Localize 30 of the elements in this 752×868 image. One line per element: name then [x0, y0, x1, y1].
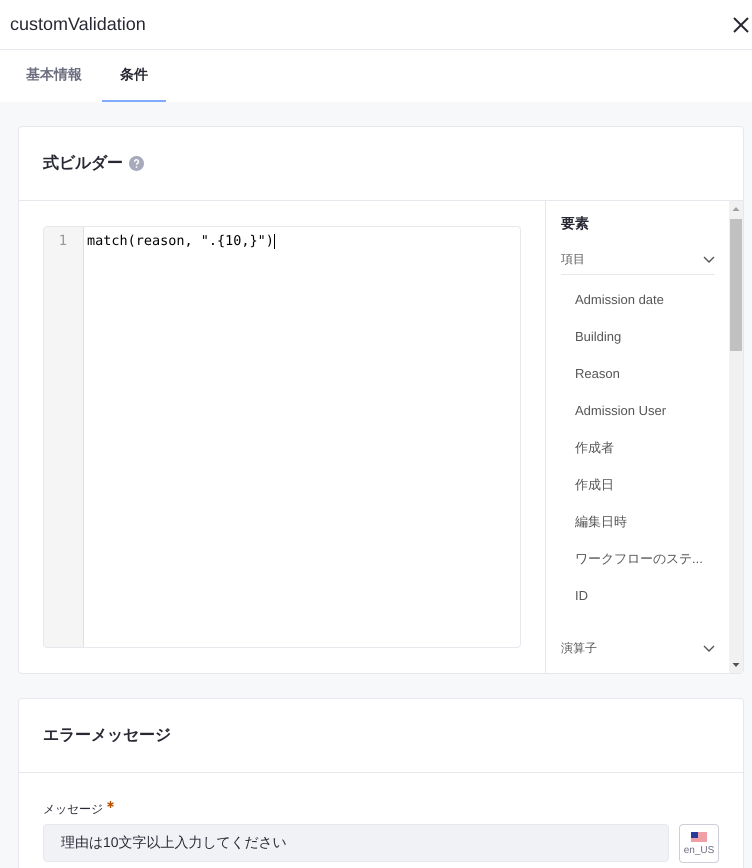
card-title: エラーメッセージ: [43, 726, 171, 746]
element-item[interactable]: Building: [575, 328, 715, 346]
element-item[interactable]: Admission date: [575, 291, 715, 309]
section-header[interactable]: 演算子: [561, 640, 715, 663]
card-title: 式ビルダー: [43, 154, 123, 174]
panel-title: 要素: [561, 215, 590, 233]
message-input[interactable]: 理由は10文字以上入力してください: [43, 824, 669, 862]
section-label: 演算子: [561, 640, 597, 657]
section-label: 項目: [561, 251, 585, 268]
line-number: 1: [58, 233, 67, 249]
chevron-down-icon: [703, 644, 715, 652]
element-item[interactable]: 作成者: [575, 439, 715, 457]
element-item[interactable]: Reason: [575, 365, 715, 383]
scrollbar[interactable]: [729, 201, 743, 673]
element-item[interactable]: Admission User: [575, 402, 715, 420]
dialog-title: customValidation: [10, 14, 146, 35]
code-editor[interactable]: 1 match(reason, ".{10,}"): [43, 226, 521, 648]
element-item[interactable]: ID: [575, 587, 715, 605]
code-line: match(reason, ".{10,}"): [87, 233, 274, 249]
help-icon[interactable]: [129, 156, 144, 171]
section-header[interactable]: 項目: [561, 251, 715, 275]
chevron-down-icon: [703, 256, 715, 264]
field-label: メッセージ: [43, 801, 103, 818]
close-button[interactable]: [732, 16, 750, 34]
flag-icon: [691, 832, 707, 842]
tab[interactable]: 基本情報: [8, 50, 100, 102]
element-item[interactable]: 作成日: [575, 476, 715, 494]
element-item[interactable]: ワークフローのステ...: [575, 550, 715, 568]
locale-button[interactable]: en_US: [679, 824, 719, 863]
element-item[interactable]: 編集日時: [575, 513, 715, 531]
